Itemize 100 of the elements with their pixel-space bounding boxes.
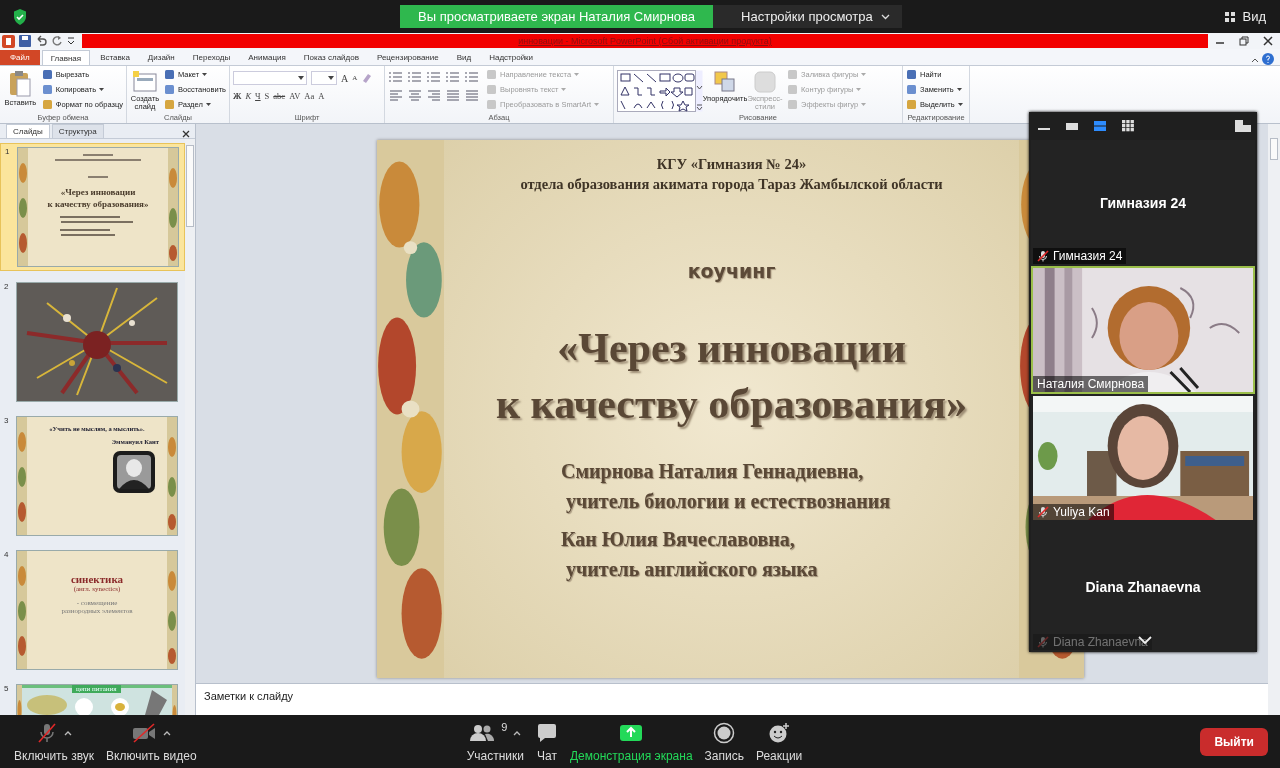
shapes-gallery[interactable] (617, 70, 703, 112)
chevron-icon (880, 13, 890, 20)
format-button[interactable]: Aa (304, 91, 315, 101)
participant-name: Гимназия 24 (1099, 195, 1187, 211)
new-slide-icon (132, 70, 158, 94)
record-icon (713, 721, 736, 744)
muted-mic-icon (36, 721, 58, 744)
view-button[interactable]: Вид (1224, 9, 1266, 24)
slide-title: «Через инновации (60, 186, 136, 198)
arrange-icon (713, 70, 737, 94)
dropdown-arrow-icon (202, 73, 208, 76)
caret-icon[interactable] (163, 729, 172, 736)
customize-icon[interactable] (67, 35, 75, 47)
dropdown-arrow-icon (861, 103, 867, 106)
slide-subtitle: коучинг (687, 260, 776, 282)
dropdown-arrow-icon (328, 76, 334, 80)
close-icon[interactable] (182, 130, 190, 138)
dropdown-arrow-icon (594, 103, 599, 106)
participant-count: 9 (501, 720, 508, 733)
video-button[interactable]: Включить видео (100, 720, 203, 763)
format-button[interactable]: К (245, 91, 252, 101)
ribbon-tab[interactable]: Надстройки (481, 50, 542, 65)
chat-icon (535, 722, 558, 743)
save-icon[interactable] (19, 35, 31, 47)
slide-number: 5 (4, 684, 10, 695)
slide-header-text: отдела образования акимата города Тараз Жамбылской области (520, 175, 943, 194)
format-button[interactable]: abc (273, 91, 286, 101)
slide-number: 2 (4, 282, 10, 293)
smiley-icon (768, 721, 791, 744)
video-off-icon (131, 722, 158, 743)
close-icon[interactable] (1263, 36, 1273, 46)
scrollbar-thumb[interactable] (186, 145, 194, 227)
format-button[interactable]: Ж (233, 91, 242, 101)
notes-field[interactable]: Заметки к слайду (196, 683, 1268, 715)
ribbon-tab[interactable]: Дизайн (139, 50, 183, 65)
ribbon-tab[interactable]: Вид (448, 50, 480, 65)
slide-title: к качеству образования» (47, 198, 149, 210)
ribbon-tab[interactable]: Главная (41, 50, 91, 65)
slide-number: 1 (5, 147, 11, 158)
slide-thumbnail[interactable]: 1 «Через инновации к качеству образования» (0, 143, 185, 271)
ribbon-tab[interactable]: Вставка (92, 50, 138, 65)
caret-icon[interactable] (64, 729, 72, 736)
grow-font-button[interactable]: A (341, 72, 349, 84)
share-screen-icon (619, 723, 644, 742)
undo-icon[interactable] (35, 35, 47, 47)
author-name: Смирнова Наталия Геннадиевна, (561, 459, 865, 485)
dropdown-arrow-icon (956, 88, 962, 91)
view-options-button[interactable]: Настройки просмотра (713, 5, 902, 28)
participant-name: Diana Zhanaevna (1085, 579, 1201, 595)
share-button[interactable]: Демонстрация экрана (563, 720, 699, 763)
restore-icon[interactable] (1239, 36, 1249, 46)
slide-header-text: КГУ «Гимназия № 24» (655, 155, 808, 174)
powerpoint-icon[interactable] (2, 34, 15, 48)
strip-view-icon[interactable] (1093, 120, 1107, 132)
sharing-banner: Вы просматриваете экран Наталия Смирнова (400, 5, 714, 28)
caret-icon[interactable] (513, 729, 522, 736)
dropdown-arrow-icon (561, 88, 567, 91)
redo-icon[interactable] (51, 35, 63, 47)
pane-tab[interactable]: Структура (51, 124, 104, 138)
panel-layout-icon[interactable] (1235, 120, 1251, 132)
style-icon (753, 70, 777, 94)
single-view-icon[interactable] (1065, 120, 1079, 132)
leave-button[interactable]: Выйти (1200, 727, 1268, 756)
scrollbar-thumb[interactable] (1270, 138, 1278, 160)
reactions-button[interactable]: Реакции (749, 720, 809, 763)
audio-button[interactable]: Включить звук (8, 720, 101, 763)
ribbon-tab[interactable]: Показ слайдов (295, 50, 367, 65)
format-button[interactable]: A (318, 91, 325, 101)
format-button[interactable]: Ч (255, 91, 261, 101)
dropdown-arrow-icon (574, 73, 580, 76)
dropdown-arrow-icon (957, 103, 963, 106)
dropdown-arrow-icon (99, 88, 105, 91)
format-button[interactable]: S (264, 91, 270, 101)
dropdown-arrow-icon (861, 73, 867, 76)
shield-icon[interactable] (12, 7, 28, 26)
grid-view-icon[interactable] (1121, 120, 1135, 132)
record-button[interactable]: Запись (698, 720, 750, 763)
author-role: учитель биологии и естествознания (565, 489, 891, 515)
dropdown-arrow-icon (856, 88, 862, 91)
window-title: инновации - Microsoft PowerPoint (Сбой активации продукта) (518, 36, 772, 46)
slide-title: к качеству образования» (495, 380, 968, 429)
grid-icon (1224, 10, 1237, 23)
help-icon[interactable] (1262, 53, 1274, 65)
author-role: учитель английского языка (565, 557, 819, 583)
dropdown-arrow-icon (298, 76, 304, 80)
font-size-dropdown[interactable] (311, 71, 337, 85)
format-button[interactable]: AV (289, 91, 301, 101)
pane-tab[interactable]: Слайды (6, 124, 50, 138)
people-icon (469, 723, 496, 742)
slide-term: синектика (70, 573, 124, 585)
chat-button[interactable]: Чат (529, 720, 564, 763)
dropdown-arrow-icon (205, 103, 211, 106)
participants-button[interactable]: 9 Участники (460, 720, 530, 763)
slide-title: «Через инновации (556, 324, 907, 373)
author-name: Кан Юлия Вячеславовна, (561, 527, 796, 552)
ribbon-tab[interactable]: Анимация (240, 50, 294, 65)
file-tab[interactable]: Файл (0, 50, 40, 65)
ribbon-tab[interactable]: Рецензирование (368, 50, 447, 65)
clipboard-icon (8, 70, 33, 98)
ribbon-tab[interactable]: Переходы (184, 50, 239, 65)
